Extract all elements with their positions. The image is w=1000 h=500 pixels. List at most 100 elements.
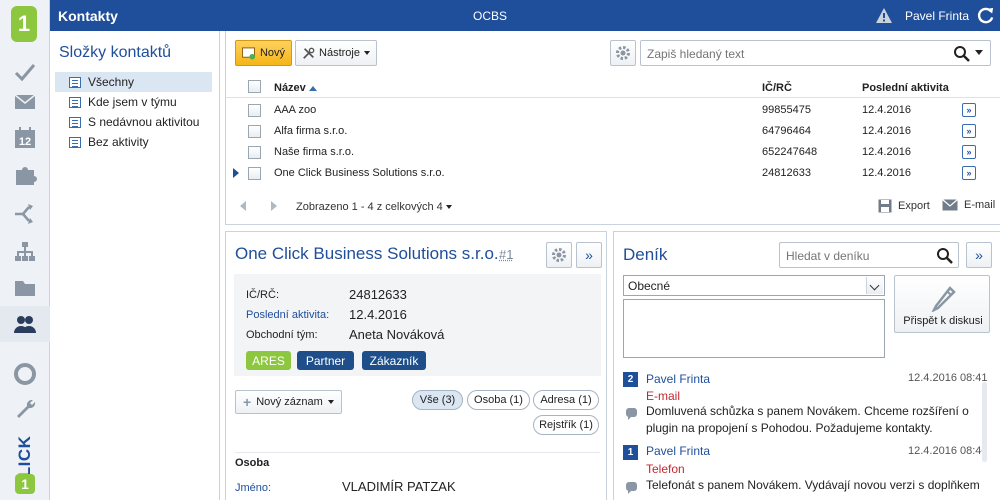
journal-category-select[interactable]: Obecné xyxy=(623,275,885,296)
tag-customer[interactable]: Zákazník xyxy=(362,351,426,370)
open-detail-icon[interactable]: » xyxy=(962,124,976,138)
export-button[interactable]: Export xyxy=(878,199,930,213)
tools-icon xyxy=(303,47,315,59)
entry-text: Domluvená schůzka s panem Novákem. Chcem… xyxy=(646,404,969,435)
folder-icon[interactable] xyxy=(0,270,50,306)
entry-number: 1 xyxy=(623,445,638,460)
chevron-down-icon xyxy=(364,51,370,55)
chevron-down-icon xyxy=(445,205,452,210)
open-detail-icon[interactable]: » xyxy=(962,166,976,180)
tag-partner[interactable]: Partner xyxy=(297,351,354,370)
folders-title: Složky kontaktů xyxy=(59,44,172,61)
tools-button[interactable]: Nástroje xyxy=(295,40,377,66)
detail-settings-button[interactable] xyxy=(546,242,572,268)
table-row[interactable]: AAA zoo 99855475 12.4.2016 » xyxy=(226,100,1000,121)
app-logo[interactable]: 1 xyxy=(11,6,37,42)
puzzle-icon[interactable] xyxy=(0,158,50,194)
folders-panel: Složky kontaktů Všechny Kde jsem v týmu … xyxy=(50,31,220,500)
refresh-icon[interactable] xyxy=(976,6,995,25)
entry-author[interactable]: Pavel Frinta xyxy=(646,444,710,458)
lifebuoy-icon[interactable] xyxy=(0,356,50,392)
search-icon[interactable] xyxy=(953,45,971,63)
org-chart-icon[interactable] xyxy=(0,234,50,270)
warning-icon[interactable] xyxy=(875,7,893,24)
arrows-icon[interactable] xyxy=(0,196,50,232)
brand-logo: CLICK 1 xyxy=(3,420,47,498)
tag-ares[interactable]: ARES xyxy=(246,351,291,370)
new-record-button[interactable]: + Nový záznam xyxy=(235,390,342,414)
organization-name: OCBS xyxy=(472,9,507,23)
column-header-activity[interactable]: Poslední aktivita xyxy=(862,82,949,94)
mail-icon[interactable] xyxy=(0,84,50,120)
table-row-selected[interactable]: One Click Business Solutions s.r.o. 2481… xyxy=(226,163,1000,184)
entry-time: 12.4.2016 08:41 xyxy=(908,372,988,384)
folder-label: S nedávnou aktivitou xyxy=(88,115,200,129)
list-icon xyxy=(69,116,81,128)
row-activity: 12.4.2016 xyxy=(862,167,911,179)
journal-scrollbar[interactable] xyxy=(982,382,987,462)
folder-item-recent-activity[interactable]: S nedávnou aktivitou xyxy=(55,112,212,132)
filter-registry[interactable]: Rejstřík (1) xyxy=(533,415,599,435)
contact-detail-panel: One Click Business Solutions s.r.o. #1 »… xyxy=(225,231,607,500)
calendar-icon[interactable]: 12 xyxy=(0,120,50,156)
column-header-name[interactable]: Název xyxy=(274,82,317,94)
new-contact-button[interactable]: Nový xyxy=(235,40,292,66)
contact-number[interactable]: #1 xyxy=(499,247,513,262)
double-chevron-right-icon: » xyxy=(975,247,983,263)
expand-detail-button[interactable]: » xyxy=(576,242,602,268)
folder-item-no-activity[interactable]: Bez aktivity xyxy=(55,132,212,152)
row-checkbox[interactable] xyxy=(248,167,261,180)
row-name[interactable]: One Click Business Solutions s.r.o. xyxy=(274,167,445,179)
select-all-checkbox[interactable] xyxy=(248,80,261,93)
new-contact-label: Nový xyxy=(259,47,285,59)
table-row[interactable]: Naše firma s.r.o. 652247648 12.4.2016 » xyxy=(226,142,1000,163)
open-detail-icon[interactable]: » xyxy=(962,145,976,159)
sales-team-value: Aneta Nováková xyxy=(349,327,445,342)
row-name[interactable]: Naše firma s.r.o. xyxy=(274,146,354,158)
table-row[interactable]: Alfa firma s.r.o. 64796464 12.4.2016 » xyxy=(226,121,1000,142)
folder-item-my-team[interactable]: Kde jsem v týmu xyxy=(55,92,212,112)
list-settings-button[interactable] xyxy=(610,40,636,66)
chevron-down-icon xyxy=(866,277,883,294)
list-icon xyxy=(69,136,81,148)
filter-all[interactable]: Vše (3) xyxy=(412,390,463,410)
prev-page-icon[interactable] xyxy=(240,201,246,211)
email-button[interactable]: E-mail xyxy=(942,199,995,211)
entry-type: E-mail xyxy=(646,389,681,403)
journal-entry-textarea[interactable] xyxy=(623,299,885,358)
new-record-label: Nový záznam xyxy=(256,396,323,408)
contact-info-box: IČ/RČ: 24812633 Poslední aktivita: 12.4.… xyxy=(234,274,601,376)
open-detail-icon[interactable]: » xyxy=(962,103,976,117)
page-size-selector[interactable]: Zobrazeno 1 - 4 z celkových 4 xyxy=(296,201,452,213)
column-header-ic[interactable]: IČ/RČ xyxy=(762,82,792,94)
comment-icon xyxy=(626,482,637,494)
search-icon[interactable] xyxy=(936,247,954,265)
search-dropdown-icon[interactable] xyxy=(975,50,983,55)
last-activity-value: 12.4.2016 xyxy=(349,307,407,322)
expand-journal-button[interactable]: » xyxy=(966,242,992,268)
row-checkbox[interactable] xyxy=(248,104,261,117)
row-name[interactable]: AAA zoo xyxy=(274,104,316,116)
people-icon[interactable] xyxy=(0,306,50,342)
ic-label: IČ/RČ: xyxy=(246,289,279,301)
chevron-down-icon xyxy=(327,400,334,404)
next-page-icon[interactable] xyxy=(271,201,277,211)
filter-person[interactable]: Osoba (1) xyxy=(467,390,530,410)
post-to-discussion-button[interactable]: Přispět k diskusi xyxy=(894,275,990,333)
folder-label: Kde jsem v týmu xyxy=(88,95,177,109)
entry-author[interactable]: Pavel Frinta xyxy=(646,372,710,386)
filter-address[interactable]: Adresa (1) xyxy=(533,390,599,410)
contacts-search-input[interactable] xyxy=(647,45,947,63)
folder-item-all[interactable]: Všechny xyxy=(55,72,212,92)
journal-search-input[interactable] xyxy=(786,247,926,265)
current-row-icon xyxy=(233,168,239,178)
column-header-name-label: Název xyxy=(274,82,306,94)
row-checkbox[interactable] xyxy=(248,146,261,159)
contacts-list-panel: Nový Nástroje Název IČ/RČ Poslední aktiv… xyxy=(225,31,1000,225)
row-name[interactable]: Alfa firma s.r.o. xyxy=(274,125,347,137)
last-activity-label[interactable]: Poslední aktivita: xyxy=(246,309,329,321)
user-name[interactable]: Pavel Frinta xyxy=(905,9,969,23)
mail-icon xyxy=(942,199,958,211)
app-rail: 1 12 CLICK 1 xyxy=(0,0,50,500)
row-checkbox[interactable] xyxy=(248,125,261,138)
